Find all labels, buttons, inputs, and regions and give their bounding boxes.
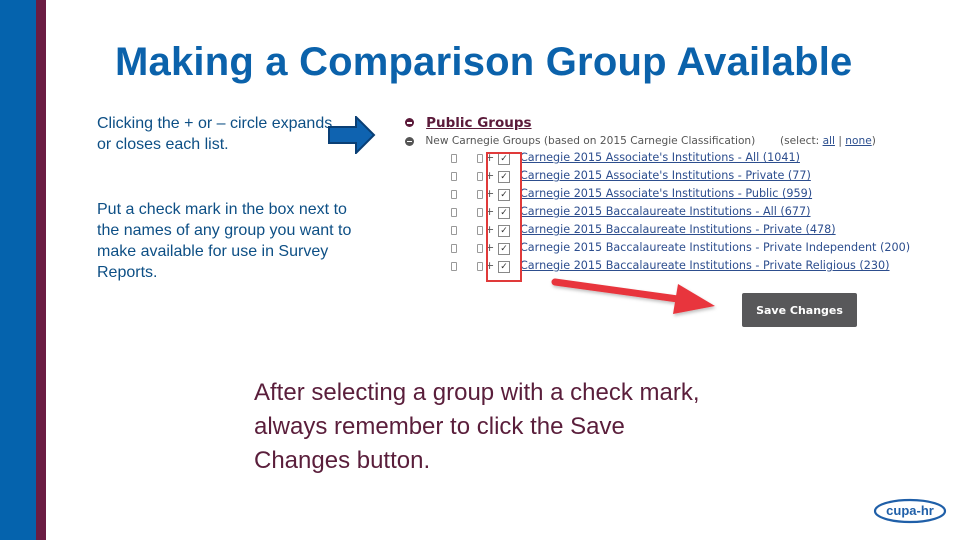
copy-icon[interactable]: [477, 190, 483, 199]
reminder-text: After selecting a group with a check mar…: [254, 379, 700, 474]
document-icon[interactable]: [451, 172, 457, 181]
copy-icon[interactable]: [477, 226, 483, 235]
new-carnegie-row: New Carnegie Groups (based on 2015 Carne…: [405, 135, 876, 147]
group-link[interactable]: Carnegie 2015 Associate's Institutions -…: [520, 151, 800, 164]
instruction-check: Put a check mark in the box next to the …: [97, 201, 352, 281]
left-stripe-blue: [0, 0, 36, 540]
document-icon[interactable]: [451, 244, 457, 253]
select-all-none: (select: all | none): [780, 135, 876, 147]
copy-icon[interactable]: [477, 262, 483, 271]
select-separator: |: [838, 135, 842, 147]
logo-text: cupa-hr: [886, 503, 934, 518]
document-icon[interactable]: [451, 262, 457, 271]
public-groups-link[interactable]: Public Groups: [426, 115, 531, 131]
checkbox-highlight-box: [486, 152, 522, 282]
copy-icon[interactable]: [477, 244, 483, 253]
public-groups-row: Public Groups: [405, 112, 532, 131]
group-link[interactable]: Carnegie 2015 Baccalaureate Institutions…: [520, 241, 910, 254]
new-carnegie-label: New Carnegie Groups (based on 2015 Carne…: [425, 135, 756, 147]
copy-icon[interactable]: [477, 154, 483, 163]
group-link[interactable]: Carnegie 2015 Baccalaureate Institutions…: [520, 223, 836, 236]
red-arrow-icon: [551, 278, 715, 314]
group-link[interactable]: Carnegie 2015 Associate's Institutions -…: [520, 187, 812, 200]
select-all-link[interactable]: all: [823, 135, 835, 147]
group-link[interactable]: Carnegie 2015 Associate's Institutions -…: [520, 169, 811, 182]
blue-arrow-icon: [328, 116, 376, 154]
document-icon[interactable]: [451, 208, 457, 217]
select-none-link[interactable]: none: [845, 135, 871, 147]
save-changes-button[interactable]: Save Changes: [742, 293, 857, 327]
document-icon[interactable]: [451, 226, 457, 235]
slide-title: Making a Comparison Group Available: [115, 40, 853, 84]
collapse-circle-icon[interactable]: [405, 136, 414, 146]
select-prefix: (select:: [780, 135, 820, 147]
document-icon[interactable]: [451, 190, 457, 199]
select-suffix: ): [871, 135, 876, 147]
copy-icon[interactable]: [477, 172, 483, 181]
copy-icon[interactable]: [477, 208, 483, 217]
left-stripe-maroon: [36, 0, 46, 540]
group-link[interactable]: Carnegie 2015 Baccalaureate Institutions…: [520, 205, 811, 218]
instruction-expand: Clicking the + or – circle expands or cl…: [97, 115, 333, 153]
document-icon[interactable]: [451, 154, 457, 163]
cupa-hr-logo: cupa-hr: [873, 498, 947, 524]
collapse-circle-icon[interactable]: [405, 118, 414, 127]
